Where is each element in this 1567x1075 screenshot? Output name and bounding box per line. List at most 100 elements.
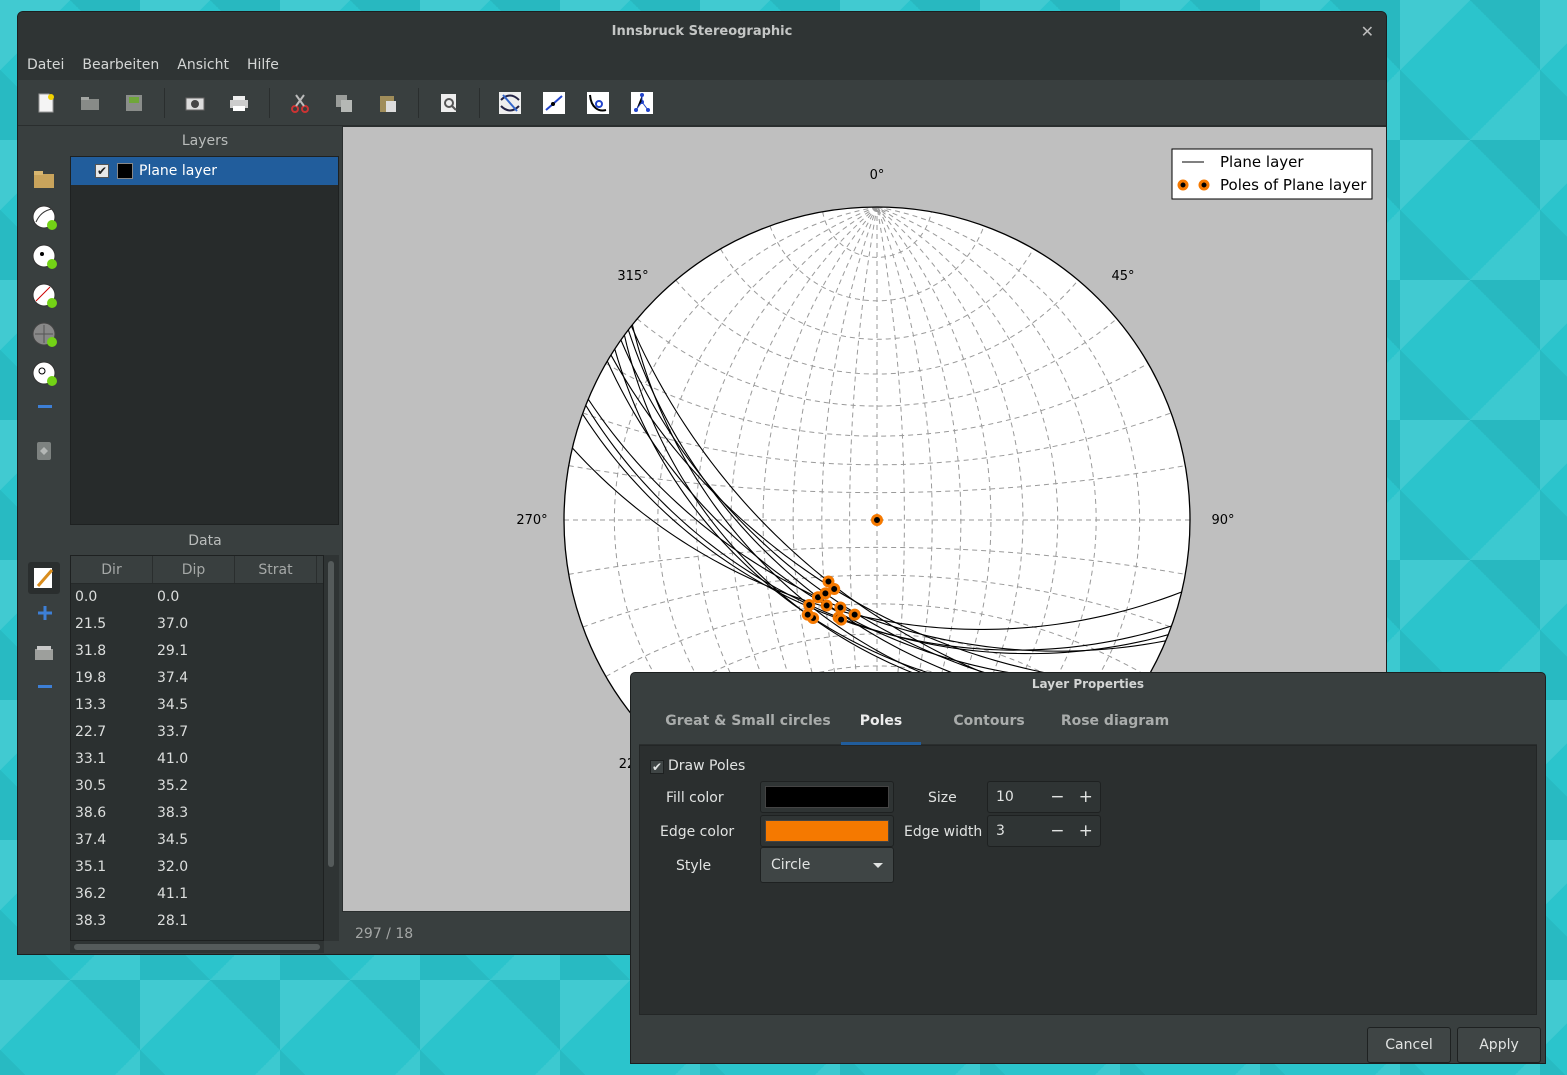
open-icon[interactable] [76,89,104,117]
table-cell[interactable]: 37.4 [153,665,235,692]
table-row[interactable]: 19.8 37.4 [71,665,323,692]
table-cell[interactable] [235,746,317,773]
scrollbar-thumb[interactable] [328,561,334,867]
add-row-icon[interactable] [32,604,58,622]
table-cell[interactable]: 38.6 [71,800,153,827]
style-dropdown[interactable]: Circle [760,847,894,883]
table-cell[interactable]: 41.1 [153,881,235,908]
table-cell[interactable]: 36.2 [71,881,153,908]
remove-layer-icon[interactable] [32,400,58,414]
cut-icon[interactable] [286,89,314,117]
great-circle-icon[interactable] [496,89,524,117]
plus-icon[interactable]: + [1072,787,1100,807]
draw-poles-checkbox[interactable]: ✔ [650,760,664,774]
cancel-button[interactable]: Cancel [1367,1027,1451,1063]
tab-great-small-circles[interactable]: Great & Small circles [657,699,839,745]
table-row[interactable]: 38.3 28.1 [71,908,323,935]
table-row[interactable]: 21.5 37.0 [71,611,323,638]
table-cell[interactable]: 0.0 [71,584,153,611]
table-cell[interactable]: 0.0 [153,584,235,611]
table-cell[interactable] [235,827,317,854]
tab-poles[interactable]: Poles [841,699,921,745]
table-cell[interactable] [235,719,317,746]
line-icon[interactable] [540,89,568,117]
table-cell[interactable]: 22.7 [71,719,153,746]
add-plane-layer-icon[interactable] [32,205,58,231]
layer-item-plane-layer[interactable]: ✔ Plane layer [71,157,338,185]
table-cell[interactable]: 21.5 [71,611,153,638]
menu-datei[interactable]: Datei [27,54,64,80]
table-cell[interactable]: 28.1 [153,908,235,935]
add-folder-icon[interactable] [32,166,58,192]
table-cell[interactable] [235,854,317,881]
size-value[interactable]: 10 [988,789,1043,805]
table-cell[interactable]: 35.2 [153,773,235,800]
apply-button[interactable]: Apply [1457,1027,1541,1063]
table-row[interactable]: 36.2 41.1 [71,881,323,908]
table-cell[interactable] [235,881,317,908]
table-row[interactable]: 22.7 33.7 [71,719,323,746]
table-cell[interactable]: 33.1 [71,746,153,773]
layer-properties-icon[interactable] [32,439,58,465]
table-row[interactable]: 37.4 34.5 [71,827,323,854]
edge-width-value[interactable]: 3 [988,823,1043,839]
column-header-dip[interactable]: Dip [153,556,235,583]
remove-row-icon[interactable] [32,680,58,694]
table-cell[interactable] [235,584,317,611]
table-row[interactable]: 30.5 35.2 [71,773,323,800]
table-cell[interactable]: 41.0 [153,746,235,773]
table-cell[interactable]: 19.8 [71,665,153,692]
table-cell[interactable]: 31.8 [71,638,153,665]
table-row[interactable]: 33.1 41.0 [71,746,323,773]
edit-data-icon[interactable] [28,562,60,594]
add-smallcircle-layer-icon[interactable] [32,361,58,387]
import-data-icon[interactable] [32,640,58,666]
table-row[interactable]: 31.8 29.1 [71,638,323,665]
add-fault-layer-icon[interactable] [32,283,58,309]
table-row[interactable]: 35.1 32.0 [71,854,323,881]
table-cell[interactable]: 30.5 [71,773,153,800]
minus-icon[interactable]: − [1043,821,1071,841]
table-cell[interactable] [235,611,317,638]
table-cell[interactable]: 34.5 [153,692,235,719]
edge-color-button[interactable] [760,815,894,847]
save-icon[interactable] [120,89,148,117]
add-contour-layer-icon[interactable] [32,322,58,348]
layer-visibility-checkbox[interactable]: ✔ [95,164,109,178]
table-horizontal-scrollbar[interactable] [70,941,324,953]
tab-contours[interactable]: Contours [931,699,1047,745]
edge-width-spinner[interactable]: 3 − + [987,815,1101,847]
column-header-strat[interactable]: Strat [235,556,317,583]
copy-icon[interactable] [330,89,358,117]
table-cell[interactable] [235,638,317,665]
plus-icon[interactable]: + [1072,821,1100,841]
table-cell[interactable]: 35.1 [71,854,153,881]
table-vertical-scrollbar[interactable] [324,555,339,941]
close-icon[interactable]: ✕ [1361,22,1374,41]
table-cell[interactable] [235,692,317,719]
table-cell[interactable]: 38.3 [71,908,153,935]
table-row[interactable]: 0.0 0.0 [71,584,323,611]
table-cell[interactable]: 33.7 [153,719,235,746]
minus-icon[interactable]: − [1043,787,1071,807]
table-cell[interactable]: 29.1 [153,638,235,665]
table-row[interactable]: 38.6 38.3 [71,800,323,827]
new-file-icon[interactable] [32,89,60,117]
paste-icon[interactable] [374,89,402,117]
pole-icon[interactable] [628,89,656,117]
screenshot-icon[interactable] [181,89,209,117]
table-cell[interactable] [235,800,317,827]
menu-ansicht[interactable]: Ansicht [177,54,229,80]
table-cell[interactable]: 34.5 [153,827,235,854]
table-row[interactable]: 13.3 34.5 [71,692,323,719]
zoom-icon[interactable] [435,89,463,117]
table-cell[interactable]: 37.4 [71,827,153,854]
table-cell[interactable]: 38.3 [153,800,235,827]
scrollbar-thumb[interactable] [74,944,320,950]
table-cell[interactable]: 13.3 [71,692,153,719]
print-icon[interactable] [225,89,253,117]
menu-hilfe[interactable]: Hilfe [247,54,279,80]
add-line-layer-icon[interactable] [32,244,58,270]
table-cell[interactable] [235,908,317,935]
fill-color-button[interactable] [760,781,894,813]
